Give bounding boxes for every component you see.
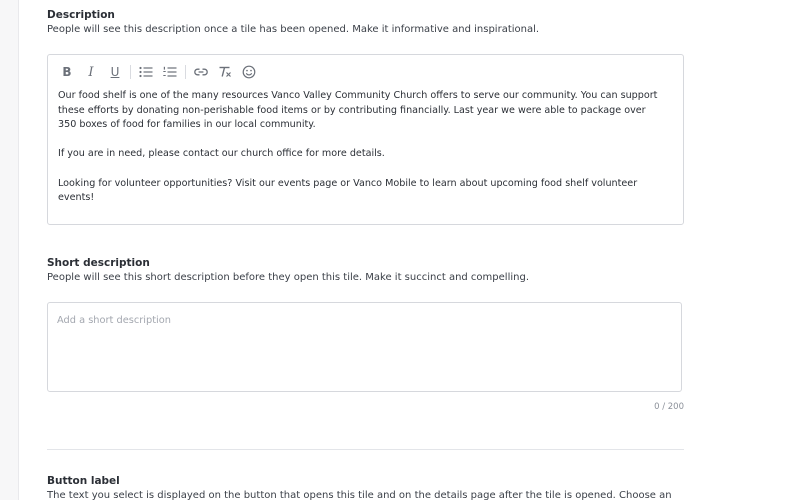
description-title: Description — [47, 9, 115, 21]
editor-toolbar: B I U — [58, 63, 264, 81]
toolbar-separator — [185, 65, 186, 79]
numbered-list-icon[interactable] — [161, 63, 179, 81]
italic-button[interactable]: I — [82, 63, 100, 81]
short-description-title: Short description — [47, 257, 150, 269]
clear-format-icon[interactable] — [216, 63, 234, 81]
short-description-input[interactable] — [47, 302, 682, 392]
section-divider — [47, 449, 684, 450]
description-text[interactable]: Our food shelf is one of the many resour… — [58, 89, 658, 220]
toolbar-separator — [130, 65, 131, 79]
button-label-help: The text you select is displayed on the … — [47, 490, 672, 501]
bold-button[interactable]: B — [58, 63, 76, 81]
description-editor[interactable]: B I U Our food shelf is one of the many … — [47, 54, 684, 225]
description-paragraph: If you are in need, please contact our c… — [58, 148, 385, 160]
underline-button[interactable]: U — [106, 63, 124, 81]
button-label-title: Button label — [47, 475, 120, 487]
link-icon[interactable] — [192, 63, 210, 81]
character-counter: 0 / 200 — [654, 402, 684, 412]
description-paragraph: Our food shelf is one of the many resour… — [58, 90, 658, 131]
description-help: People will see this description once a … — [47, 24, 540, 35]
short-description-help: People will see this short description b… — [47, 272, 529, 283]
description-paragraph: Looking for volunteer opportunities? Vis… — [58, 177, 638, 204]
left-rail — [0, 0, 19, 500]
bulleted-list-icon[interactable] — [137, 63, 155, 81]
emoji-icon[interactable] — [240, 63, 258, 81]
